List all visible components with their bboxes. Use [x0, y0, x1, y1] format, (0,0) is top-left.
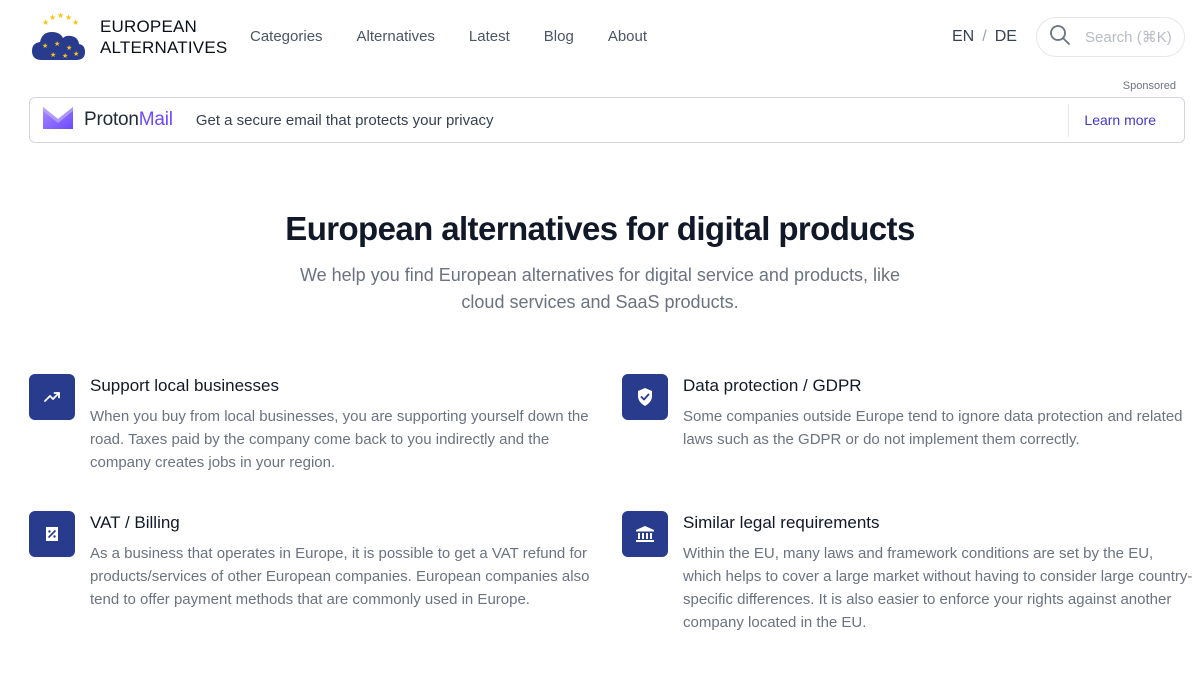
search-box[interactable]: [1036, 17, 1185, 57]
sponsored-label: Sponsored: [1122, 80, 1176, 92]
svg-text:★: ★: [50, 51, 56, 59]
brand-second: Mail: [138, 109, 173, 130]
eu-cloud-logo-icon: ★ ★ ★ ★ ★ ★ ★ ★ ★ ★ ★: [30, 10, 88, 64]
svg-text:★: ★: [54, 40, 60, 48]
svg-text:★: ★: [49, 13, 56, 22]
nav-categories[interactable]: Categories: [250, 27, 323, 47]
nav-latest[interactable]: Latest: [469, 27, 510, 47]
feature-title: Similar legal requirements: [683, 513, 880, 532]
proton-mail-logo: ProtonMail: [42, 105, 173, 136]
svg-text:★: ★: [62, 52, 68, 60]
site-header: ★ ★ ★ ★ ★ ★ ★ ★ ★ ★ ★ EUROPEAN ALTERNATI…: [0, 0, 1200, 76]
proton-brand-name: ProtonMail: [84, 109, 173, 131]
page-title: European alternatives for digital produc…: [285, 210, 915, 247]
building-library-icon: [622, 511, 668, 557]
proton-mail-envelope-icon: [42, 105, 74, 136]
logo-wordmark: EUROPEAN ALTERNATIVES: [100, 16, 227, 58]
trending-up-icon: [29, 374, 75, 420]
nav-blog[interactable]: Blog: [544, 27, 574, 47]
shield-check-icon: [622, 374, 668, 420]
sponsored-text: Get a secure email that protects your pr…: [195, 111, 494, 129]
learn-more-link[interactable]: Learn more: [1084, 112, 1156, 128]
lang-en-link[interactable]: EN: [952, 28, 974, 45]
feature-title: Support local businesses: [90, 376, 280, 395]
svg-text:★: ★: [57, 11, 64, 20]
nav-alternatives[interactable]: Alternatives: [357, 27, 435, 47]
feature-title: VAT / Billing: [90, 513, 180, 532]
receipt-percent-icon: [29, 511, 75, 557]
feature-description: Some companies outside Europe tend to ig…: [683, 408, 1183, 448]
feature-description: As a business that operates in Europe, i…: [90, 545, 590, 608]
page-subtitle: We help you find European alternatives f…: [299, 265, 900, 312]
main-nav: Categories Alternatives Latest Blog Abou…: [250, 27, 681, 47]
svg-text:★: ★: [72, 18, 79, 27]
svg-text:★: ★: [73, 50, 79, 58]
svg-text:★: ★: [42, 42, 48, 50]
site-logo[interactable]: ★ ★ ★ ★ ★ ★ ★ ★ ★ ★ ★ EUROPEAN ALTERNATI…: [30, 10, 227, 64]
brand-first: Proton: [84, 109, 139, 130]
language-switcher: EN / DE: [952, 27, 1017, 47]
feature-description: When you buy from local businesses, you …: [90, 408, 589, 471]
banner-divider: [1068, 104, 1069, 137]
sponsored-banner[interactable]: ProtonMail Get a secure email that prote…: [29, 97, 1185, 143]
lang-de-link[interactable]: DE: [995, 28, 1017, 45]
svg-text:★: ★: [42, 18, 49, 27]
logo-line-2: ALTERNATIVES: [100, 38, 228, 57]
feature-description: Within the EU, many laws and framework c…: [683, 545, 1193, 631]
logo-line-1: EUROPEAN: [100, 17, 198, 36]
nav-about[interactable]: About: [608, 27, 647, 47]
lang-separator: /: [982, 28, 987, 45]
svg-text:★: ★: [66, 44, 72, 52]
search-input[interactable]: [1085, 28, 1185, 46]
feature-title: Data protection / GDPR: [683, 376, 862, 395]
search-icon: [1049, 24, 1071, 51]
